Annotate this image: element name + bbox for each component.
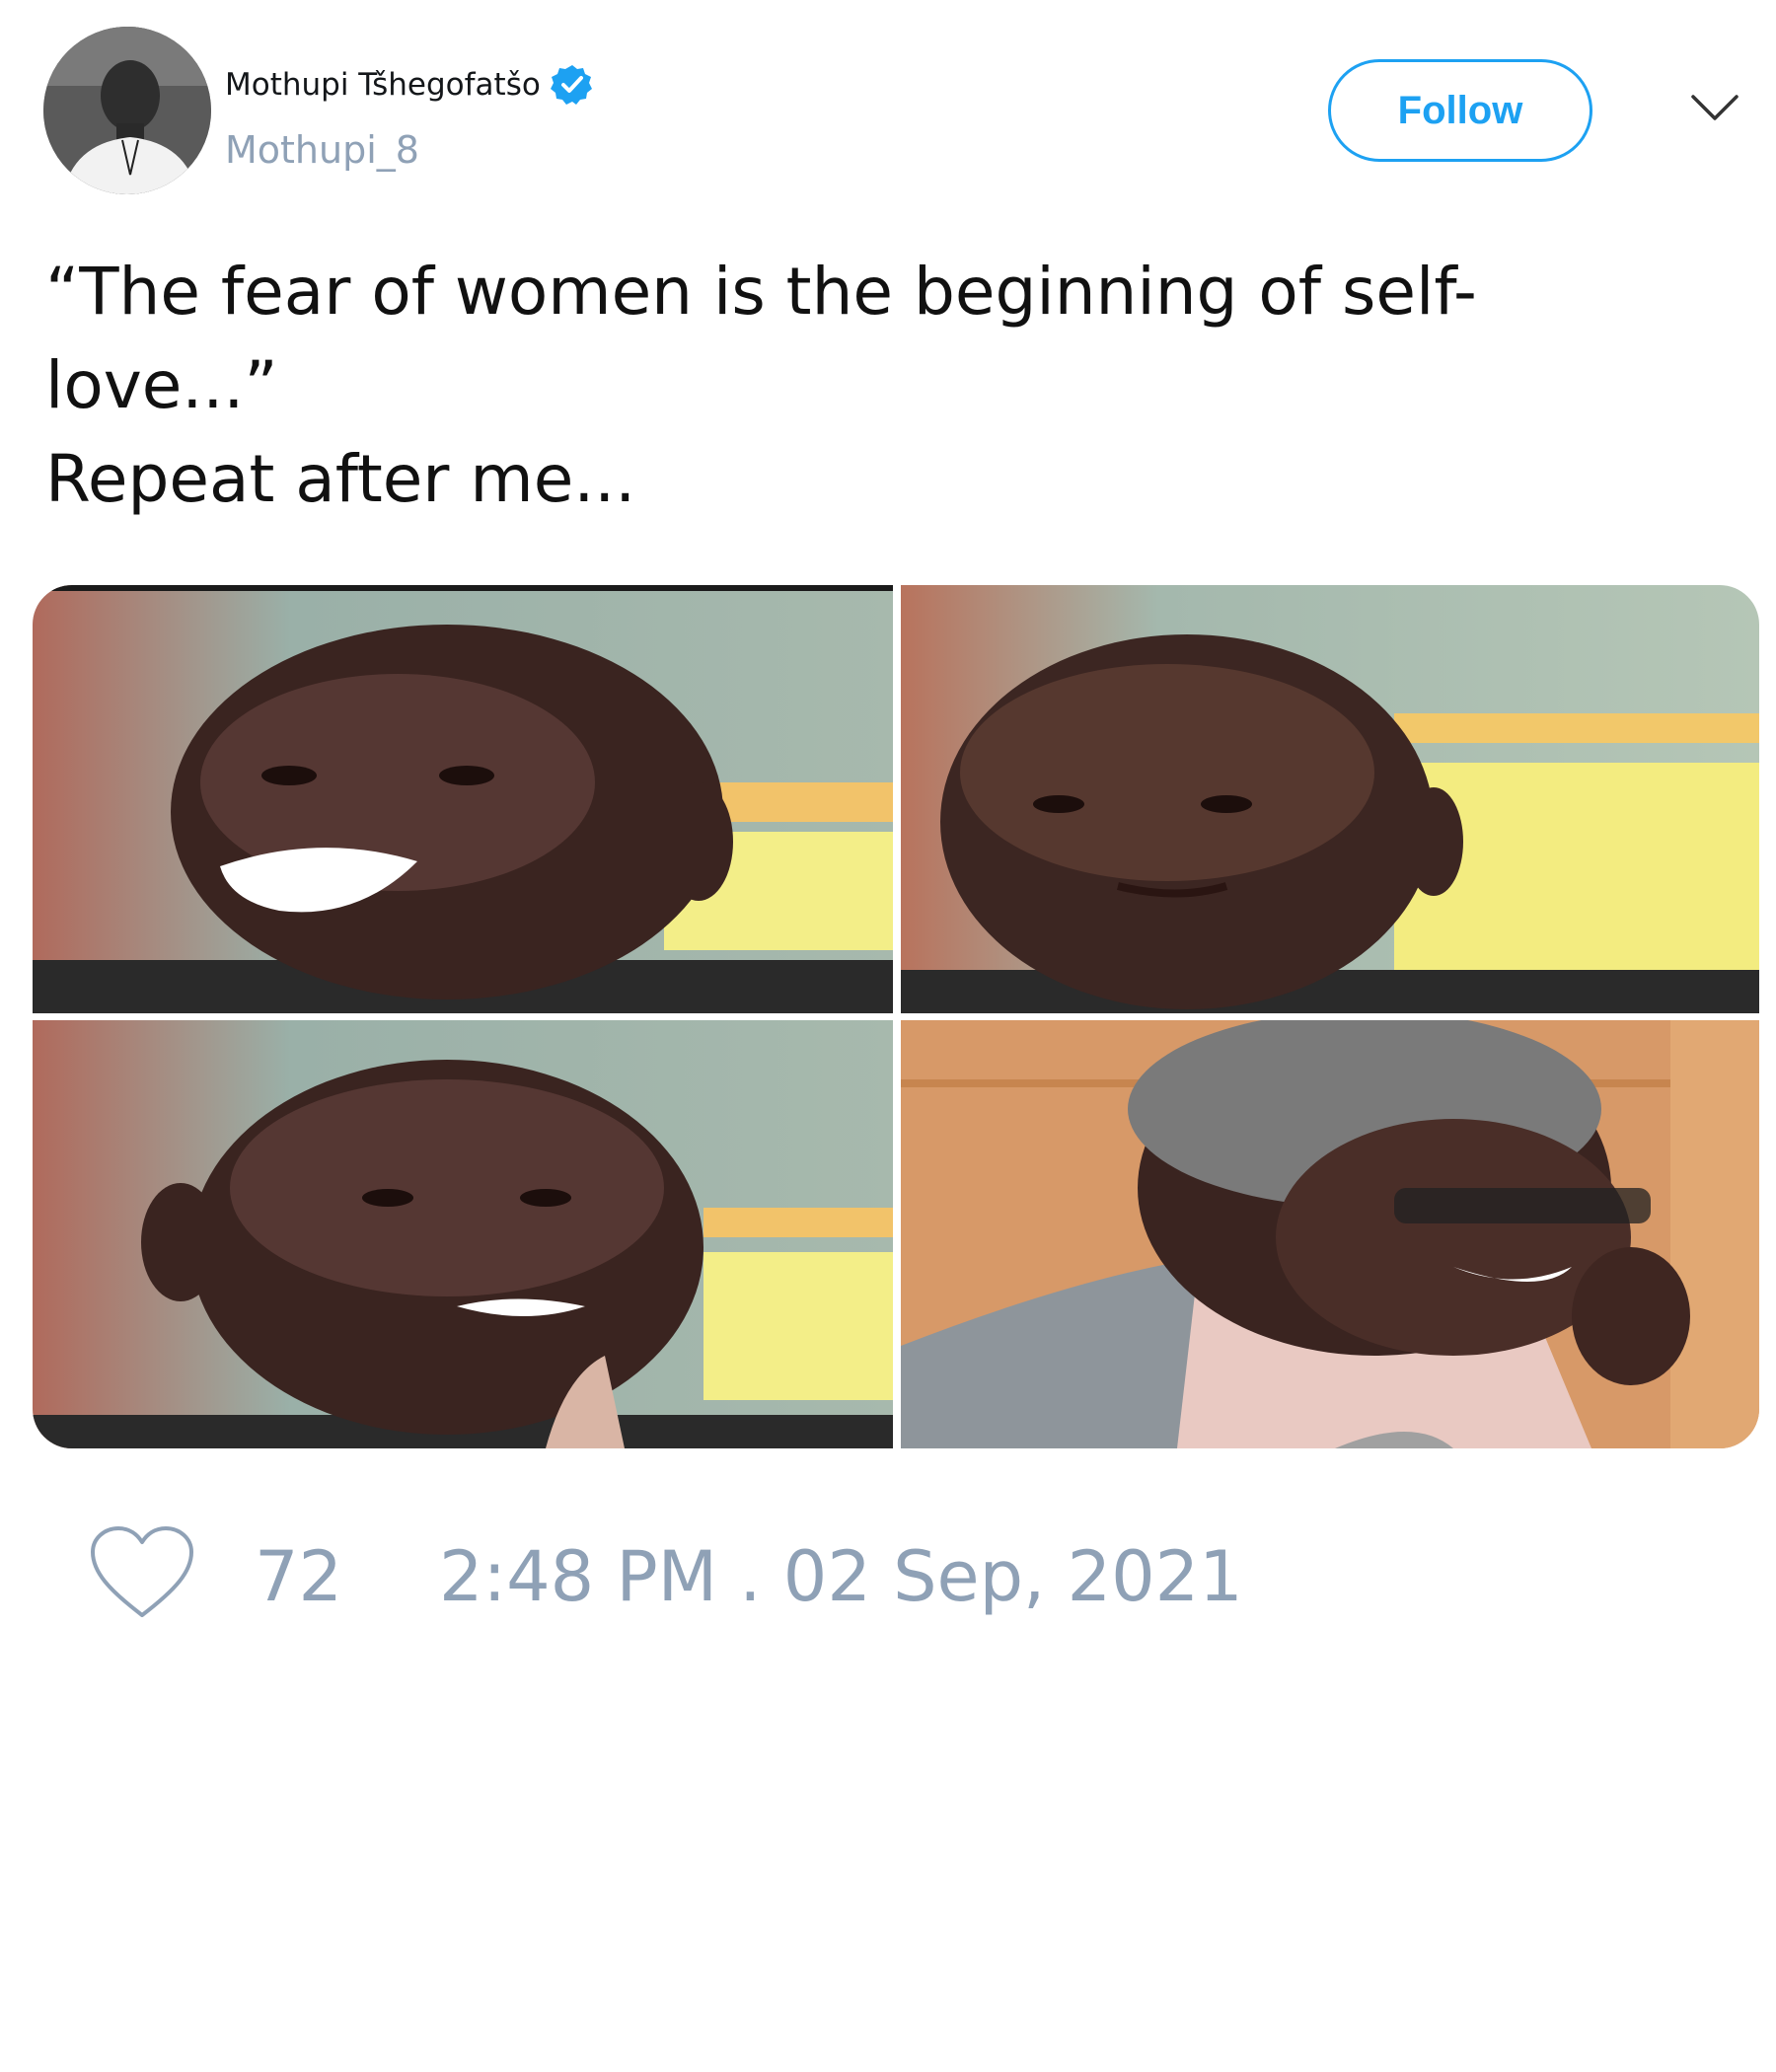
avatar-photo — [43, 27, 211, 194]
author-display-name[interactable]: Mothupi Tšhegofatšo — [225, 67, 541, 103]
media-image-3[interactable] — [33, 1020, 893, 1448]
tweet-timestamp[interactable]: 2:48 PM . 02 Sep, 2021 — [439, 1536, 1243, 1617]
chevron-down-icon[interactable] — [1687, 89, 1742, 128]
tweet-footer: 72 2:48 PM . 02 Sep, 2021 — [0, 1524, 1776, 1623]
media-image-1[interactable] — [33, 585, 893, 1013]
author-handle[interactable]: Mothupi_8 — [225, 128, 419, 172]
like-count: 72 — [255, 1536, 343, 1617]
author-name-row[interactable]: Mothupi Tšhegofatšo — [225, 63, 594, 107]
tweet-text-line: “The fear of women is the beginning of s… — [45, 254, 1477, 330]
tweet-text-line: Repeat after me... — [45, 441, 636, 517]
media-grid — [33, 585, 1759, 1448]
follow-button[interactable]: Follow — [1328, 59, 1592, 162]
media-image-2[interactable] — [901, 585, 1759, 1013]
tweet-text: “The fear of women is the beginning of s… — [45, 245, 1723, 526]
tweet-text-line: love...” — [45, 347, 278, 423]
verified-badge-icon — [550, 63, 594, 107]
media-image-4[interactable] — [901, 1020, 1759, 1448]
author-avatar[interactable] — [43, 27, 211, 194]
heart-icon[interactable] — [89, 1524, 195, 1623]
